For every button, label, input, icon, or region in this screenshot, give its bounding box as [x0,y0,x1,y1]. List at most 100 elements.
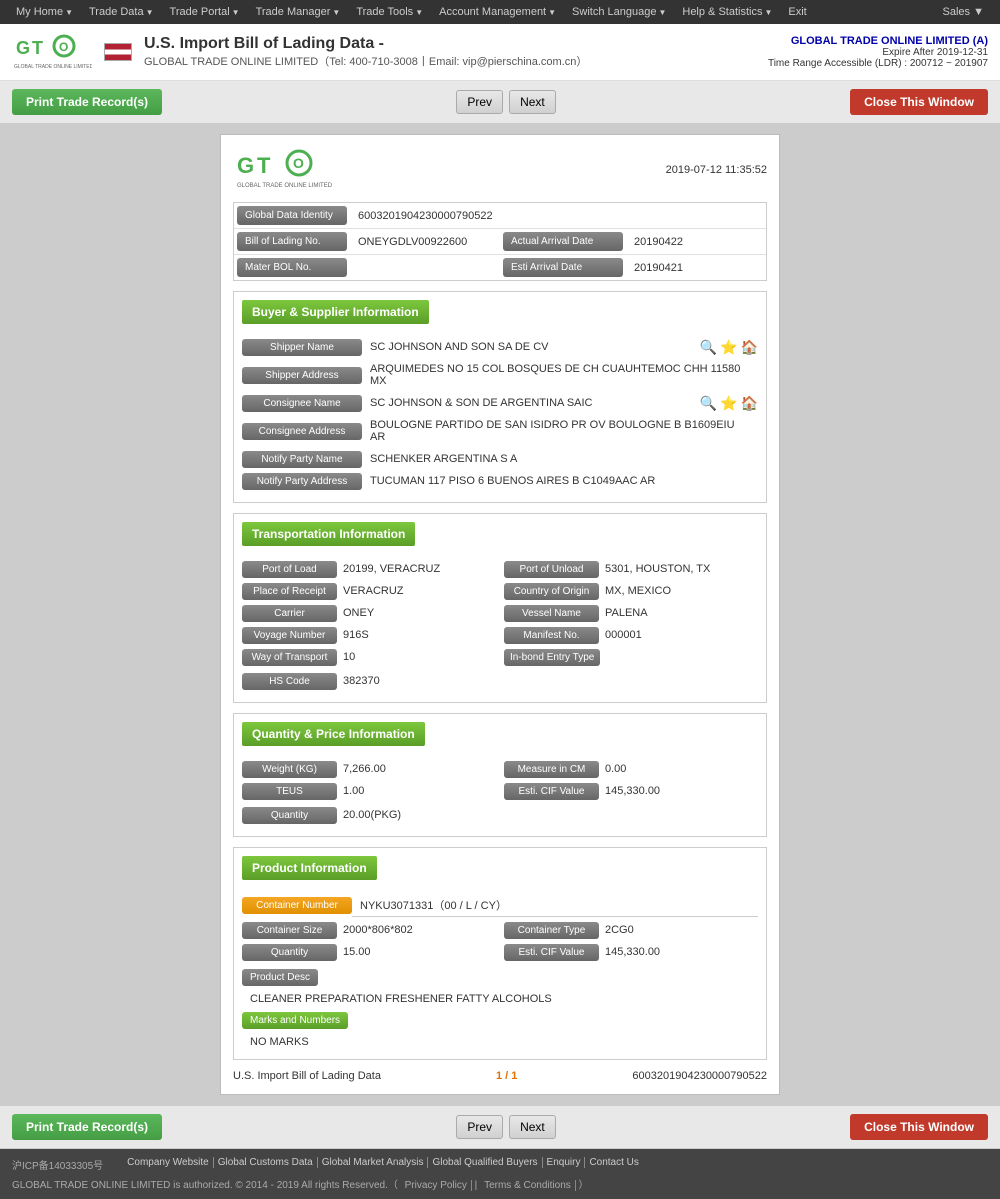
measure-cm-label: Measure in CM [504,761,599,778]
in-bond-entry-value [600,654,612,660]
prev-button[interactable]: Prev [456,90,503,114]
measure-cm-value: 0.00 [599,760,632,778]
svg-text:GLOBAL TRADE ONLINE LIMITED: GLOBAL TRADE ONLINE LIMITED [237,183,333,189]
container-type-value: 2CG0 [599,921,640,939]
shipper-star-icon[interactable]: ⭐ [720,339,737,356]
identity-section: Global Data Identity 6003201904230000790… [233,202,767,281]
nav-items: My Home ▼ Trade Data ▼ Trade Portal ▼ Tr… [8,0,815,24]
footer-contact-us[interactable]: Contact Us [585,1157,642,1168]
manifest-no-row: Manifest No. 000001 [504,626,758,644]
nav-switch-language[interactable]: Switch Language ▼ [564,0,674,24]
consignee-address-label: Consignee Address [242,423,362,440]
product-desc-block: Product Desc CLEANER PREPARATION FRESHEN… [242,969,758,1008]
trans-grid: Port of Load 20199, VERACRUZ Port of Unl… [242,560,758,670]
bottom-next-button[interactable]: Next [509,1115,556,1139]
bottom-close-button[interactable]: Close This Window [850,1114,988,1140]
esti-arrival-value: 20190421 [626,258,766,278]
product-desc-value: CLEANER PREPARATION FRESHENER FATTY ALCO… [242,990,758,1008]
record-logo: G T O GLOBAL TRADE ONLINE LIMITED [233,147,333,192]
footer-qualified-buyers[interactable]: Global Qualified Buyers [428,1157,542,1168]
footer-links-row: 沪ICP备14033305号 Company Website Global Cu… [12,1157,988,1172]
nav-my-home[interactable]: My Home ▼ [8,0,81,24]
prod-quantity-row: Quantity 15.00 [242,943,496,961]
nav-exit[interactable]: Exit [780,0,814,24]
bottom-print-button[interactable]: Print Trade Record(s) [12,1114,162,1140]
top-navigation: My Home ▼ Trade Data ▼ Trade Portal ▼ Tr… [0,0,1000,24]
nav-trade-manager[interactable]: Trade Manager ▼ [248,0,349,24]
global-data-identity-label: Global Data Identity [237,206,347,225]
carrier-label: Carrier [242,605,337,622]
consignee-home-icon[interactable]: 🏠 [741,395,758,412]
teus-value: 1.00 [337,782,370,800]
nav-help-statistics[interactable]: Help & Statistics ▼ [674,0,780,24]
teus-label: TEUS [242,783,337,800]
page-number: 1 / 1 [496,1070,517,1082]
footer-privacy-policy[interactable]: Privacy Policy [401,1180,472,1191]
container-size-value: 2000*806*802 [337,921,419,939]
place-of-receipt-value: VERACRUZ [337,582,410,600]
actual-arrival-label: Actual Arrival Date [503,232,623,251]
footer-global-customs[interactable]: Global Customs Data [214,1157,318,1168]
bill-of-lading-value: ONEYGDLV00922600 [350,232,500,252]
footer-terms[interactable]: Terms & Conditions [480,1180,576,1191]
vessel-name-value: PALENA [599,604,654,622]
product-section: Product Information Container Number NYK… [233,847,767,1060]
page-record-id: 6003201904230000790522 [632,1070,767,1082]
shipper-home-icon[interactable]: 🏠 [741,339,758,356]
manifest-no-label: Manifest No. [504,627,599,644]
content-bg: G T O GLOBAL TRADE ONLINE LIMITED 2019-0… [0,124,1000,1105]
trans-header: Transportation Information [242,522,758,552]
esti-cif-label: Esti. CIF Value [504,783,599,800]
bill-of-lading-row: Bill of Lading No. ONEYGDLV00922600 Actu… [234,229,766,255]
shipper-search-icon[interactable]: 🔍 [700,339,717,356]
nav-trade-portal[interactable]: Trade Portal ▼ [162,0,248,24]
product-desc-label: Product Desc [242,969,318,986]
nav-sales[interactable]: Sales ▼ [935,6,992,18]
consignee-search-icon[interactable]: 🔍 [700,395,717,412]
trans-section-title: Transportation Information [242,522,415,546]
way-of-transport-value: 10 [337,648,361,666]
svg-text:G: G [16,38,30,58]
svg-text:T: T [32,38,43,58]
transportation-section: Transportation Information Port of Load … [233,513,767,703]
bottom-prev-button[interactable]: Prev [456,1115,503,1139]
esti-arrival-label: Esti Arrival Date [503,258,623,277]
prod-esti-cif-row: Esti. CIF Value 145,330.00 [504,943,758,961]
marks-numbers-block: Marks and Numbers NO MARKS [242,1012,758,1051]
consignee-address-row: Consignee Address BOULOGNE PARTIDO DE SA… [242,416,758,446]
nav-account-management[interactable]: Account Management ▼ [431,0,564,24]
shipper-name-row: Shipper Name SC JOHNSON AND SON SA DE CV… [242,338,758,356]
shipper-name-label: Shipper Name [242,339,362,356]
prod-grid: Container Size 2000*806*802 Container Ty… [242,921,758,965]
country-of-origin-row: Country of Origin MX, MEXICO [504,582,758,600]
notify-party-address-label: Notify Party Address [242,473,362,490]
teus-row: TEUS 1.00 [242,782,496,800]
footer-enquiry[interactable]: Enquiry [543,1157,586,1168]
next-button[interactable]: Next [509,90,556,114]
master-bol-label: Mater BOL No. [237,258,347,277]
port-of-load-row: Port of Load 20199, VERACRUZ [242,560,496,578]
consignee-icons: 🔍 ⭐ 🏠 [700,395,758,412]
page-title-block: U.S. Import Bill of Lading Data - GLOBAL… [144,35,587,69]
notify-party-address-value: TUCUMAN 117 PISO 6 BUENOS AIRES B C1049A… [362,472,758,490]
print-button[interactable]: Print Trade Record(s) [12,89,162,115]
nav-trade-tools[interactable]: Trade Tools ▼ [348,0,431,24]
prod-esti-cif-value: 145,330.00 [599,943,666,961]
weight-value: 7,266.00 [337,760,392,778]
carrier-value: ONEY [337,604,380,622]
notify-party-name-value: SCHENKER ARGENTINA S A [362,450,758,468]
nav-trade-data[interactable]: Trade Data ▼ [81,0,162,24]
close-button[interactable]: Close This Window [850,89,988,115]
quantity-label: Quantity [242,807,337,824]
hs-code-label: HS Code [242,673,337,690]
consignee-star-icon[interactable]: ⭐ [720,395,737,412]
container-size-row: Container Size 2000*806*802 [242,921,496,939]
container-number-label: Container Number [242,897,352,914]
footer-company-website[interactable]: Company Website [123,1157,214,1168]
way-of-transport-row: Way of Transport 10 [242,648,496,666]
esti-cif-value: 145,330.00 [599,782,666,800]
prod-quantity-label: Quantity [242,944,337,961]
voyage-number-value: 916S [337,626,375,644]
footer-global-market[interactable]: Global Market Analysis [318,1157,429,1168]
flag-icon [104,43,132,61]
